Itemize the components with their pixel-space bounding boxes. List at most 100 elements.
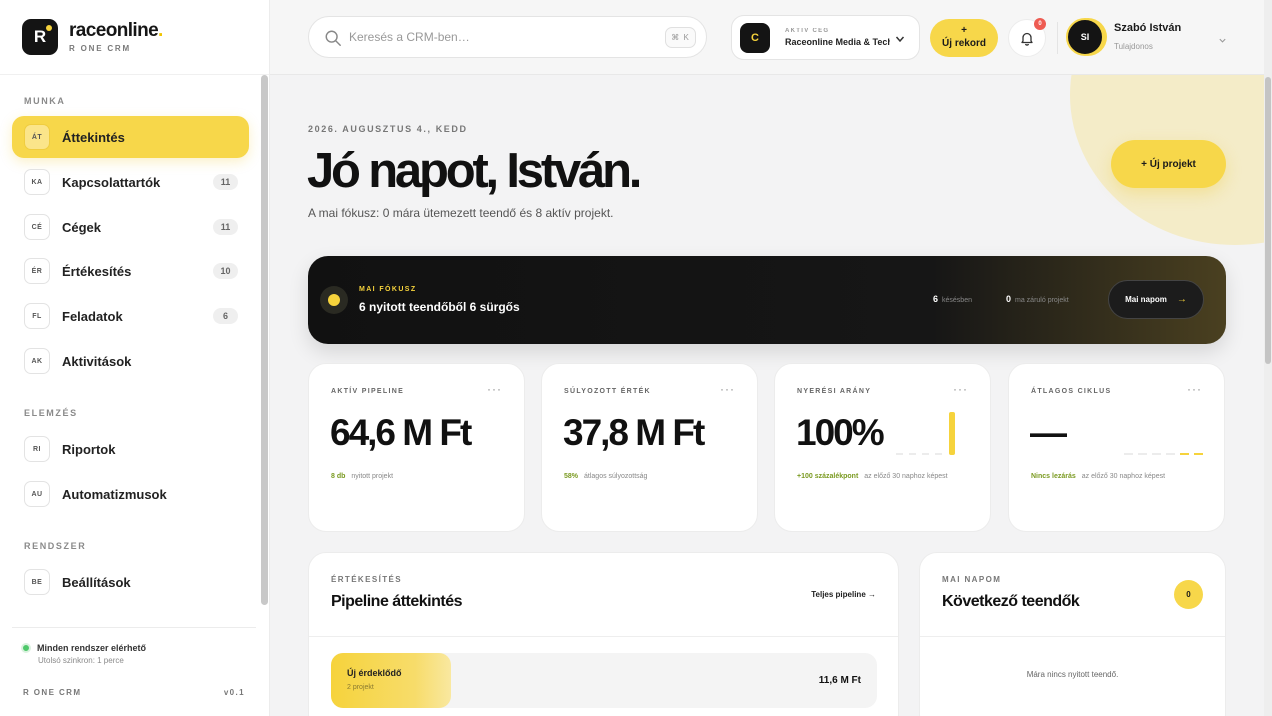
panel-title: Következő teendők: [942, 593, 1080, 610]
brand[interactable]: R raceonline. R ONE CRM: [0, 0, 269, 75]
section-label-rendszer: RENDSZER: [24, 541, 87, 551]
sidebar-scrollbar[interactable]: [261, 75, 268, 605]
focus-late-text: késésben: [942, 297, 972, 304]
sidebar-item-code: CÉ: [24, 214, 50, 240]
focus-label: MAI FÓKUSZ: [359, 286, 417, 293]
todo-count-badge: 0: [1174, 580, 1203, 609]
sidebar-item-aktivitasok[interactable]: AK Aktivitások: [12, 340, 249, 382]
sidebar-item-feladatok[interactable]: FL Feladatok 6: [12, 295, 249, 337]
kpi-foot-strong: 58%: [564, 473, 579, 480]
my-day-button[interactable]: Mai napom →: [1108, 280, 1204, 319]
user-menu-chevron-icon[interactable]: [1218, 36, 1227, 45]
sidebar-item-code: FL: [24, 303, 50, 329]
sidebar-item-automatizmusok[interactable]: AU Automatizmusok: [12, 473, 249, 515]
company-logo: C: [740, 22, 770, 53]
full-pipeline-link[interactable]: Teljes pipeline →: [811, 590, 876, 599]
avatar[interactable]: SI: [1066, 18, 1104, 56]
kpi-foot: 8 db nyitott projekt: [331, 471, 511, 483]
sidebar-item-count: 6: [213, 308, 238, 324]
more-icon[interactable]: ···: [487, 382, 502, 396]
divider: [1057, 22, 1058, 54]
section-label-elemzes: ELEMZÉS: [24, 408, 78, 418]
sidebar-item-label: Áttekintés: [62, 129, 125, 145]
sidebar-item-code: AK: [24, 348, 50, 374]
sidebar-item-cegek[interactable]: CÉ Cégek 11: [12, 206, 249, 248]
panel-label: MAI NAPOM: [942, 575, 1002, 584]
sidebar-item-code: KA: [24, 169, 50, 195]
more-icon[interactable]: ···: [720, 382, 735, 396]
kpi-foot-text: az előző 30 naphoz képest: [864, 473, 948, 480]
todos-panel: MAI NAPOM Következő teendők 0 Mára nincs…: [919, 552, 1226, 716]
focus-banner: MAI FÓKUSZ 6 nyitott teendőből 6 sürgős …: [308, 256, 1226, 344]
pipeline-stage[interactable]: Új érdeklődő 2 projekt 11,6 M Ft: [331, 653, 877, 708]
cycle-sparkline: [1124, 453, 1203, 455]
bell-icon: [1021, 32, 1033, 46]
more-icon[interactable]: ···: [1187, 382, 1202, 396]
brand-name: raceonline.: [69, 21, 163, 41]
sidebar-item-label: Automatizmusok: [62, 486, 167, 502]
sidebar-item-ertekesites[interactable]: ÉR Értékesítés 10: [12, 250, 249, 292]
sidebar-item-riportok[interactable]: RI Riportok: [12, 428, 249, 470]
stage-name: Új érdeklődő: [347, 668, 402, 678]
new-project-button[interactable]: + Új projekt: [1111, 140, 1226, 188]
notifications-badge: 0: [1034, 18, 1046, 30]
panel-label: ÉRTÉKESÍTÉS: [331, 575, 402, 584]
kpi-foot-text: az előző 30 naphoz képest: [1081, 473, 1166, 480]
kpi-foot-text: átlagos súlyozottság: [584, 473, 648, 480]
spark-bar: [949, 412, 955, 455]
brand-logo: R: [22, 19, 58, 55]
kpi-value: —: [1030, 412, 1067, 453]
user-name[interactable]: Szabó István: [1114, 22, 1181, 34]
kpi-foot: Nincs lezárás az előző 30 naphoz képest: [1031, 471, 1211, 483]
my-day-button-label: Mai napom: [1125, 295, 1167, 304]
brand-logo-letter: R: [33, 27, 47, 46]
kpi-foot: 58% átlagos súlyozottság: [564, 471, 744, 483]
spark-bar: [1194, 453, 1203, 455]
focus-dot-icon: [320, 286, 348, 314]
chevron-down-icon: [895, 36, 905, 43]
new-record-plus: +: [961, 25, 967, 36]
sidebar: R raceonline. R ONE CRM MUNKA ÁT Áttekin…: [0, 0, 270, 716]
sidebar-item-code: ÉR: [24, 258, 50, 284]
spark-bar: [922, 453, 929, 455]
kpi-card-win-rate: NYERÉSI ARÁNY ··· 100% +100 százalékpont…: [774, 363, 991, 532]
company-switcher[interactable]: C AKTÍV CÉG Raceonline Media & Tech: [731, 15, 920, 60]
new-record-label: Új rekord: [942, 38, 986, 49]
sidebar-item-kapcsolattartok[interactable]: KA Kapcsolattartók 11: [12, 161, 249, 203]
sync-text: Utolsó szinkron: 1 perce: [38, 656, 124, 665]
status-dot-icon: [21, 643, 31, 653]
stage-progress-bar: [331, 653, 452, 708]
kpi-foot-strong: Nincs lezárás: [1031, 473, 1076, 480]
page-scrollbar[interactable]: [1264, 0, 1272, 716]
section-label-munka: MUNKA: [24, 96, 66, 106]
kpi-value: 100%: [796, 412, 885, 453]
kpi-foot-strong: +100 százalékpont: [797, 473, 859, 480]
brand-name-dot: .: [158, 20, 163, 41]
kpi-card-active-pipeline: AKTÍV PIPELINE ··· 64,6 M Ft 8 db nyitott…: [308, 363, 525, 532]
more-icon[interactable]: ···: [953, 382, 968, 396]
spark-bar: [896, 453, 903, 455]
focus-title: 6 nyitott teendőből 6 sürgős: [359, 300, 520, 314]
sidebar-item-label: Cégek: [62, 219, 102, 235]
page-title: Jó napot, István.: [307, 144, 642, 198]
footer-product: R ONE CRM: [23, 688, 82, 697]
sidebar-item-label: Értékesítés: [62, 263, 132, 279]
search-input[interactable]: Keresés a CRM-ben… ⌘ K: [308, 16, 707, 58]
page-date: 2026. AUGUSZTUS 4., KEDD: [308, 124, 468, 134]
page-subtitle: A mai fókusz: 0 mára ütemezett teendő és…: [308, 206, 614, 220]
new-record-button[interactable]: + Új rekord: [930, 19, 998, 57]
sidebar-item-attekintes[interactable]: ÁT Áttekintés: [12, 116, 249, 158]
kpi-label: NYERÉSI ARÁNY: [797, 388, 872, 395]
sidebar-item-label: Feladatok: [62, 308, 123, 324]
kpi-card-avg-cycle: ÁTLAGOS CIKLUS ··· — Nincs lezárás az elő…: [1008, 363, 1225, 532]
kpi-foot-strong: 8 db: [331, 473, 346, 480]
focus-late-count: 6: [933, 294, 939, 304]
page-scrollbar-thumb[interactable]: [1265, 77, 1271, 364]
topbar: Keresés a CRM-ben… ⌘ K C AKTÍV CÉG Raceo…: [270, 0, 1272, 75]
spark-bar: [1166, 453, 1175, 455]
brand-logo-dot: [46, 25, 52, 31]
kpi-label: AKTÍV PIPELINE: [331, 388, 405, 395]
sidebar-item-beallitasok[interactable]: BE Beállítások: [12, 561, 249, 603]
status-text: Minden rendszer elérhető: [37, 643, 147, 653]
sidebar-item-code: ÁT: [24, 124, 50, 150]
